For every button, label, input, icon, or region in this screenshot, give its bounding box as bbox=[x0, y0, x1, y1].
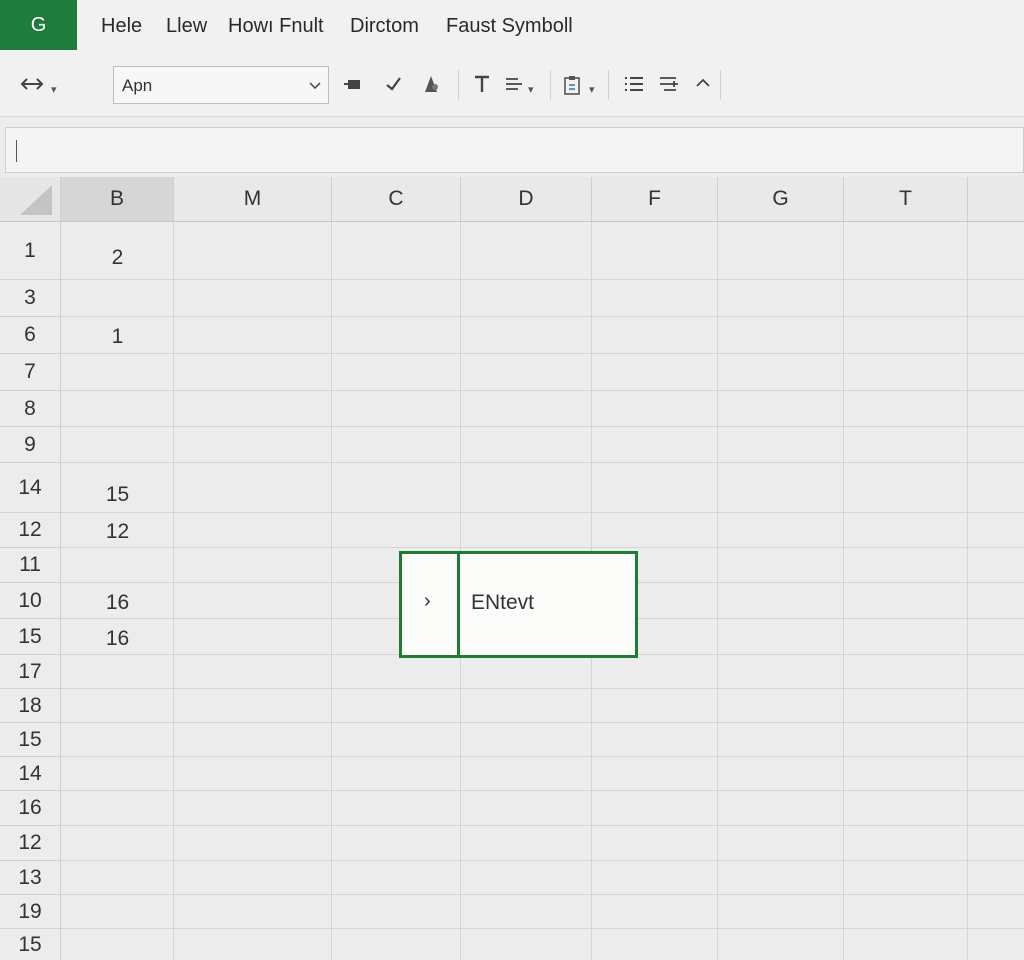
row-header[interactable]: 17 bbox=[0, 655, 61, 689]
row-header[interactable]: 15 bbox=[0, 929, 61, 960]
cell-B[interactable]: 16 bbox=[62, 591, 173, 615]
column-header-T[interactable]: T bbox=[844, 177, 968, 222]
select-all-icon bbox=[20, 185, 52, 215]
row-header[interactable]: 19 bbox=[0, 895, 61, 929]
row-header[interactable]: 15 bbox=[0, 723, 61, 757]
spreadsheet-grid: B M C D F G T 1 2 3 6 1 7 8 9 14 15 12 1… bbox=[0, 0, 1024, 960]
cell-B[interactable]: 15 bbox=[62, 483, 173, 507]
row-header[interactable]: 12 bbox=[0, 826, 61, 861]
column-header-B[interactable]: B bbox=[61, 177, 174, 222]
row-header[interactable]: 1 bbox=[0, 222, 61, 280]
row-header[interactable]: 3 bbox=[0, 280, 61, 317]
column-header-extra[interactable] bbox=[968, 177, 1024, 222]
row-header[interactable]: 14 bbox=[0, 757, 61, 791]
column-header-M[interactable]: M bbox=[174, 177, 332, 222]
row-header[interactable]: 8 bbox=[0, 391, 61, 427]
row-header[interactable]: 10 bbox=[0, 583, 61, 619]
cell-B[interactable]: 2 bbox=[62, 246, 173, 270]
row-header[interactable]: 15 bbox=[0, 619, 61, 655]
row-header[interactable]: 7 bbox=[0, 354, 61, 391]
popup-entry-text[interactable]: ENtevt bbox=[471, 591, 534, 615]
popup-expand-button[interactable]: › bbox=[402, 554, 460, 655]
column-header-G[interactable]: G bbox=[718, 177, 844, 222]
row-header[interactable]: 6 bbox=[0, 317, 61, 354]
row-header[interactable]: 13 bbox=[0, 861, 61, 895]
row-header[interactable]: 12 bbox=[0, 513, 61, 548]
select-all-corner[interactable] bbox=[0, 177, 61, 222]
row-header[interactable]: 14 bbox=[0, 463, 61, 513]
row-header[interactable]: 11 bbox=[0, 548, 61, 583]
column-header-F[interactable]: F bbox=[592, 177, 718, 222]
cell-entry-popup[interactable]: › ENtevt bbox=[399, 551, 638, 658]
row-header[interactable]: 9 bbox=[0, 427, 61, 463]
row-header[interactable]: 18 bbox=[0, 689, 61, 723]
row-header[interactable]: 16 bbox=[0, 791, 61, 826]
cell-B[interactable]: 16 bbox=[62, 627, 173, 651]
column-header-C[interactable]: C bbox=[332, 177, 461, 222]
cell-B[interactable]: 1 bbox=[62, 325, 173, 349]
cell-B[interactable]: 12 bbox=[62, 520, 173, 544]
column-header-D[interactable]: D bbox=[461, 177, 592, 222]
chevron-right-icon: › bbox=[424, 590, 431, 612]
